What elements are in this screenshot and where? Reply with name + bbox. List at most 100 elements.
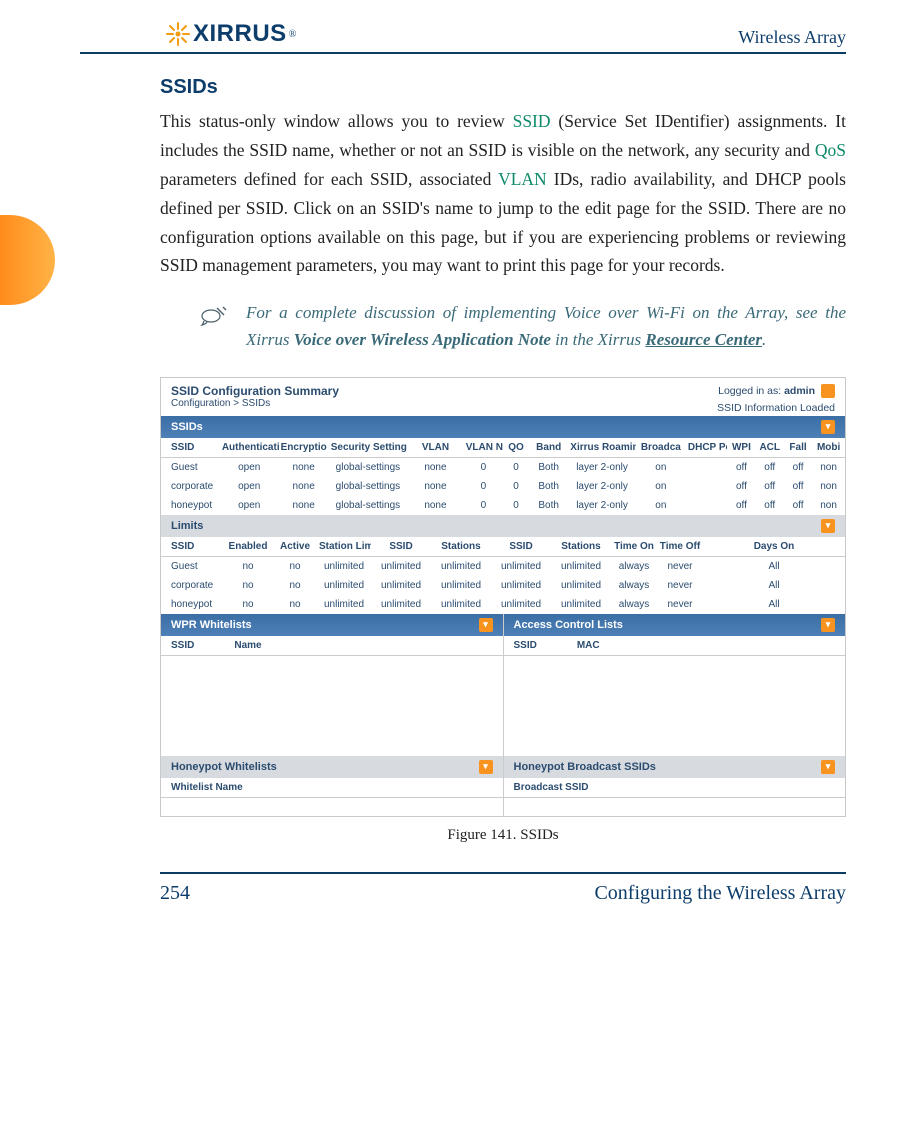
cell-ton: always <box>611 595 657 614</box>
cell-roam: layer 2-only <box>568 477 636 496</box>
collapse-icon[interactable]: ▾ <box>821 760 835 774</box>
cell-auth: open <box>220 477 279 496</box>
hbs-col: Broadcast SSID <box>514 782 589 793</box>
th-vlan: VLAN <box>407 438 464 458</box>
cell-days: All <box>703 556 845 576</box>
cell-mobi: non <box>812 457 845 477</box>
shot-breadcrumb: Configuration > SSIDs <box>171 398 339 409</box>
cell-ssid: honeypot <box>161 595 223 614</box>
collapse-icon[interactable]: ▾ <box>821 519 835 533</box>
th2-enabled: Enabled <box>223 537 273 557</box>
table-row: corporatenonounlimitedunlimitedunlimited… <box>161 576 845 595</box>
cell-wpr: off <box>727 457 755 477</box>
table-row: Guestopennoneglobal-settingsnone00Bothla… <box>161 457 845 477</box>
screenshot-panel: SSID Configuration Summary Configuration… <box>160 377 846 817</box>
cell-band: Both <box>529 477 568 496</box>
cell-c1: unlimited <box>371 595 431 614</box>
cell-bcast: on <box>636 457 686 477</box>
cell-slim: unlimited <box>317 556 371 576</box>
cell-auth: open <box>220 457 279 477</box>
cell-c4: unlimited <box>551 595 611 614</box>
cell-toff: never <box>657 595 703 614</box>
logo-burst-icon <box>165 21 191 47</box>
th-vnum: VLAN Num <box>464 438 503 458</box>
th-roam: Xirrus Roaming <box>568 438 636 458</box>
cell-vlan: none <box>407 457 464 477</box>
cell-wpr: off <box>727 477 755 496</box>
link-qos[interactable]: QoS <box>815 140 846 160</box>
th2-active: Active <box>273 537 317 557</box>
cell-qos: 0 <box>503 457 529 477</box>
th-sec: Security Settings <box>329 438 407 458</box>
note-t2: in the Xirrus <box>551 330 645 349</box>
note-icon <box>200 304 228 331</box>
cell-act: no <box>273 576 317 595</box>
cell-fall: off <box>784 457 812 477</box>
cell-enc: none <box>279 477 329 496</box>
collapse-icon[interactable]: ▾ <box>821 420 835 434</box>
th-acl: ACL <box>756 438 784 458</box>
cell-sec: global-settings <box>329 496 407 515</box>
wpr-empty <box>161 656 503 756</box>
th-auth: Authenticati <box>220 438 279 458</box>
shot-title: SSID Configuration Summary <box>171 384 339 398</box>
cell-act: no <box>273 556 317 576</box>
side-tab-decor <box>0 215 55 305</box>
cell-slim: unlimited <box>317 576 371 595</box>
acl-col-mac: MAC <box>577 640 600 651</box>
cell-bcast: on <box>636 477 686 496</box>
cell-roam: layer 2-only <box>568 457 636 477</box>
cell-enc: none <box>279 496 329 515</box>
registered-mark: ® <box>289 29 297 40</box>
page-number: 254 <box>160 882 190 905</box>
cell-band: Both <box>529 457 568 477</box>
th2-days: Days On <box>703 537 845 557</box>
cell-toff: never <box>657 556 703 576</box>
cell-c4: unlimited <box>551 576 611 595</box>
body-t3: parameters defined for each SSID, associ… <box>160 169 498 189</box>
cell-vlan: none <box>407 496 464 515</box>
section-heading: SSIDs <box>160 76 846 99</box>
note-block: For a complete discussion of implementin… <box>200 300 846 353</box>
cell-c2: unlimited <box>431 576 491 595</box>
cell-qos: 0 <box>503 477 529 496</box>
band-wpr-label: WPR Whitelists <box>171 619 252 631</box>
cell-sec: global-settings <box>329 477 407 496</box>
collapse-icon[interactable]: ▾ <box>479 760 493 774</box>
link-resource-center[interactable]: Resource Center <box>645 330 762 349</box>
th-qos: QO <box>503 438 529 458</box>
page-footer: 254 Configuring the Wireless Array <box>160 872 846 905</box>
logo: XIRRUS® <box>80 20 296 48</box>
collapse-icon[interactable]: ▾ <box>821 618 835 632</box>
logged-in-label: Logged in as: <box>718 385 784 397</box>
table-row: honeypotnonounlimitedunlimitedunlimitedu… <box>161 595 845 614</box>
cell-ssid: corporate <box>161 576 223 595</box>
th2-c3: SSID <box>491 537 551 557</box>
page-header: XIRRUS® Wireless Array <box>80 20 846 54</box>
cell-c3: unlimited <box>491 595 551 614</box>
collapse-icon[interactable]: ▾ <box>479 618 493 632</box>
cell-vnum: 0 <box>464 477 503 496</box>
cell-mobi: non <box>812 496 845 515</box>
cell-dhcp <box>686 457 727 477</box>
th2-c4: Stations <box>551 537 611 557</box>
th-enc: Encryptio <box>279 438 329 458</box>
cell-c3: unlimited <box>491 556 551 576</box>
link-ssid[interactable]: SSID <box>513 111 551 131</box>
wpr-col-ssid: SSID <box>171 640 194 651</box>
th-band: Band <box>529 438 568 458</box>
acl-empty <box>504 656 846 756</box>
th-mobi: Mobi <box>812 438 845 458</box>
info-loaded-status: SSID Information Loaded <box>717 402 835 414</box>
band-honeypot-whitelists: Honeypot Whitelists ▾ <box>161 756 503 778</box>
band-acl-label: Access Control Lists <box>514 619 623 631</box>
body-paragraph: This status-only window allows you to re… <box>160 107 846 280</box>
note-text: For a complete discussion of implementin… <box>246 300 846 353</box>
logout-icon[interactable] <box>821 384 835 398</box>
link-vlan[interactable]: VLAN <box>498 169 547 189</box>
limits-table: SSID Enabled Active Station Limit SSID S… <box>161 537 845 614</box>
band-acl-lists: Access Control Lists ▾ <box>504 614 846 636</box>
cell-sec: global-settings <box>329 457 407 477</box>
th-wpr: WPI <box>727 438 755 458</box>
cell-en: no <box>223 576 273 595</box>
